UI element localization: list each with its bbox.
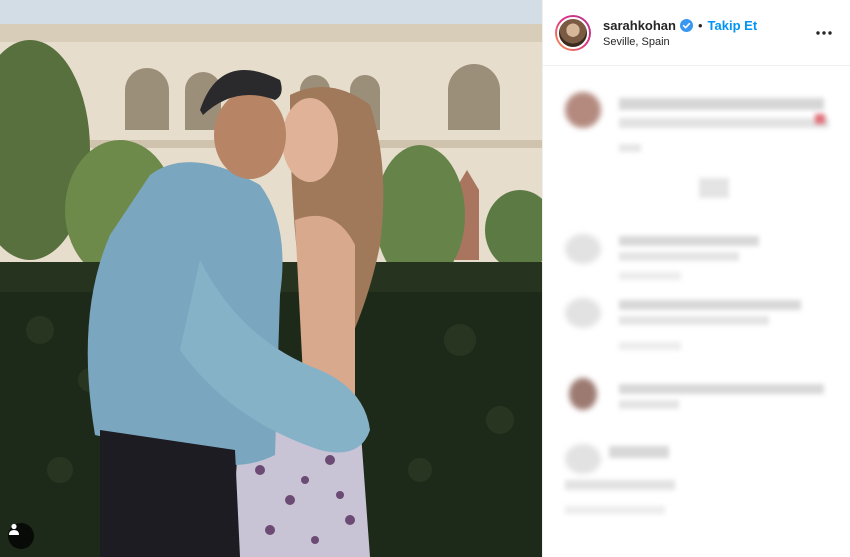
comment-text [619,300,801,310]
comment-meta [565,506,665,514]
post-header: sarahkohan • Takip Et Seville, Spain [543,0,850,66]
avatar-image [557,16,589,49]
comment-text [565,480,675,490]
comment-meta [619,272,681,280]
avatar[interactable] [555,14,591,51]
caption-emoji [815,114,825,124]
comments-section-blurred [543,66,850,556]
verified-badge-icon [679,18,693,32]
caption-text [619,118,829,128]
comment-text [619,316,769,325]
comment-avatar [565,298,601,328]
comment-text [619,400,679,409]
comment-avatar [565,444,601,474]
author-line: sarahkohan • Takip Et [603,18,812,33]
post-photo[interactable] [0,0,542,557]
more-options-icon[interactable] [812,21,836,45]
follow-button[interactable]: Takip Et [708,18,758,33]
location-link[interactable]: Seville, Spain [603,36,812,48]
comment-text [619,384,824,394]
caption-text [619,98,824,110]
caption-hashtag [699,178,729,198]
username-link[interactable]: sarahkohan [603,18,676,33]
couple-photo-illustration [0,0,542,557]
post-author: sarahkohan • Takip Et Seville, Spain [603,18,812,48]
separator-dot: • [697,17,703,33]
comment-avatar [569,378,597,410]
comment-text [619,252,739,261]
person-icon [9,523,19,535]
comment-avatar [565,234,601,264]
user-tag-icon[interactable] [8,523,34,549]
comment-text [619,236,759,246]
caption-meta [619,144,641,152]
post-side-panel: sarahkohan • Takip Et Seville, Spain [542,0,850,557]
comment-text [609,446,669,458]
comment-meta [619,342,681,350]
caption-avatar [565,92,601,128]
